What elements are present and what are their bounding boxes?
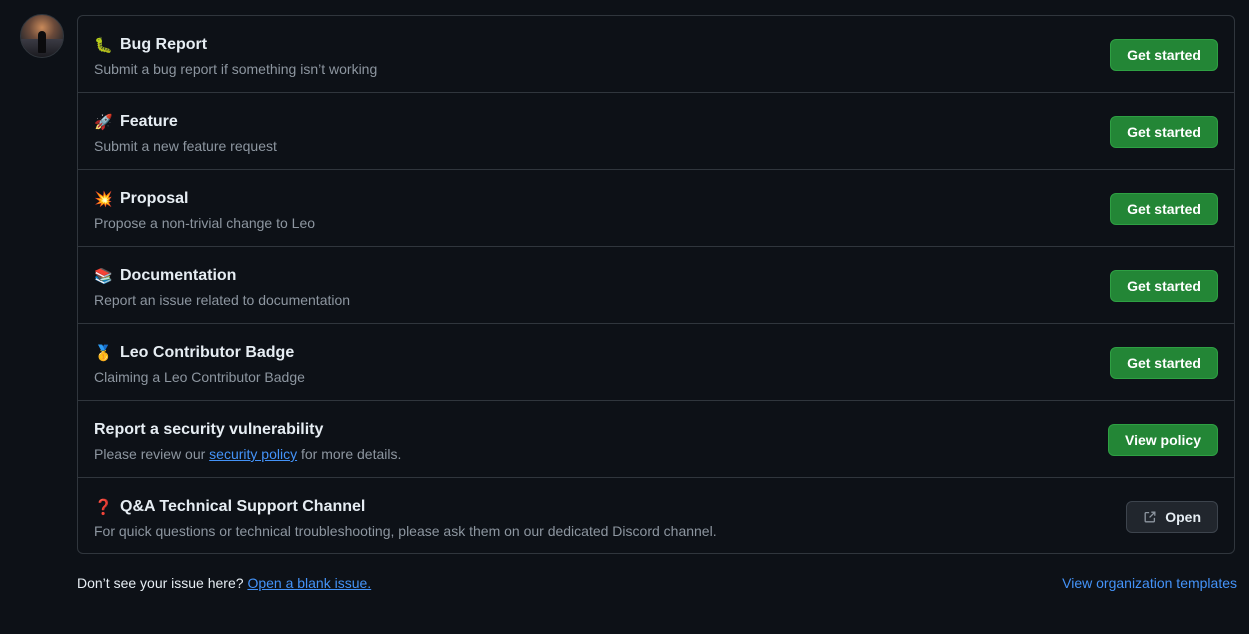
template-row-proposal: 💥 Proposal Propose a non-trivial change … <box>78 170 1234 247</box>
template-row-bug-report: 🐛 Bug Report Submit a bug report if some… <box>78 16 1234 93</box>
footer-prefix: Don’t see your issue here? <box>77 575 248 591</box>
collision-emoji-icon: 💥 <box>94 191 113 208</box>
issue-template-chooser: 🐛 Bug Report Submit a bug report if some… <box>0 0 1249 634</box>
security-description: Please review our security policy for mo… <box>94 446 401 462</box>
template-title-text: Leo Contributor Badge <box>120 344 295 361</box>
open-button[interactable]: Open <box>1126 501 1218 533</box>
books-emoji-icon: 📚 <box>94 268 113 285</box>
get-started-button[interactable]: Get started <box>1110 193 1218 225</box>
medal-emoji-icon: 🥇 <box>94 345 113 362</box>
template-title: 💥 Proposal <box>94 190 188 208</box>
open-blank-issue-link[interactable]: Open a blank issue. <box>247 575 371 591</box>
get-started-button[interactable]: Get started <box>1110 270 1218 302</box>
template-title: 🐛 Bug Report <box>94 36 207 54</box>
get-started-button[interactable]: Get started <box>1110 116 1218 148</box>
support-title: ❓ Q&A Technical Support Channel <box>94 498 365 516</box>
question-emoji-icon: ❓ <box>94 499 113 516</box>
avatar[interactable] <box>20 14 64 58</box>
view-organization-templates-link[interactable]: View organization templates <box>1062 575 1237 591</box>
rocket-emoji-icon: 🚀 <box>94 114 113 131</box>
template-row-documentation: 📚 Documentation Report an issue related … <box>78 247 1234 324</box>
view-policy-button[interactable]: View policy <box>1108 424 1218 456</box>
template-description: Propose a non-trivial change to Leo <box>94 215 316 231</box>
template-title-text: Bug Report <box>120 36 208 53</box>
template-row-feature: 🚀 Feature Submit a new feature request G… <box>78 93 1234 170</box>
template-list: 🐛 Bug Report Submit a bug report if some… <box>77 15 1235 554</box>
template-title: 🚀 Feature <box>94 113 178 131</box>
template-title-text: Documentation <box>120 267 237 284</box>
template-description: Claiming a Leo Contributor Badge <box>94 369 305 385</box>
avatar-figure <box>38 31 46 53</box>
security-vulnerability-row: Report a security vulnerability Please r… <box>78 401 1234 478</box>
get-started-button[interactable]: Get started <box>1110 39 1218 71</box>
bug-emoji-icon: 🐛 <box>94 37 113 54</box>
template-row-contributor-badge: 🥇 Leo Contributor Badge Claiming a Leo C… <box>78 324 1234 401</box>
support-channel-row: ❓ Q&A Technical Support Channel For quic… <box>78 478 1234 555</box>
open-button-label: Open <box>1165 509 1201 525</box>
template-title-text: Proposal <box>120 190 189 207</box>
template-title: 🥇 Leo Contributor Badge <box>94 344 294 362</box>
get-started-button[interactable]: Get started <box>1110 347 1218 379</box>
link-external-icon <box>1143 510 1157 524</box>
security-desc-suffix: for more details. <box>297 446 402 462</box>
template-description: Report an issue related to documentation <box>94 292 351 308</box>
security-desc-prefix: Please review our <box>94 446 210 462</box>
template-title: 📚 Documentation <box>94 267 236 285</box>
template-description: Submit a new feature request <box>94 138 277 154</box>
support-description: For quick questions or technical trouble… <box>94 523 717 539</box>
template-description: Submit a bug report if something isn’t w… <box>94 61 378 77</box>
security-policy-link[interactable]: security policy <box>209 446 297 462</box>
support-title-text: Q&A Technical Support Channel <box>120 498 366 515</box>
template-title-text: Feature <box>120 113 178 130</box>
footer-blank-issue: Don’t see your issue here? Open a blank … <box>77 575 371 591</box>
security-title: Report a security vulnerability <box>94 421 324 438</box>
